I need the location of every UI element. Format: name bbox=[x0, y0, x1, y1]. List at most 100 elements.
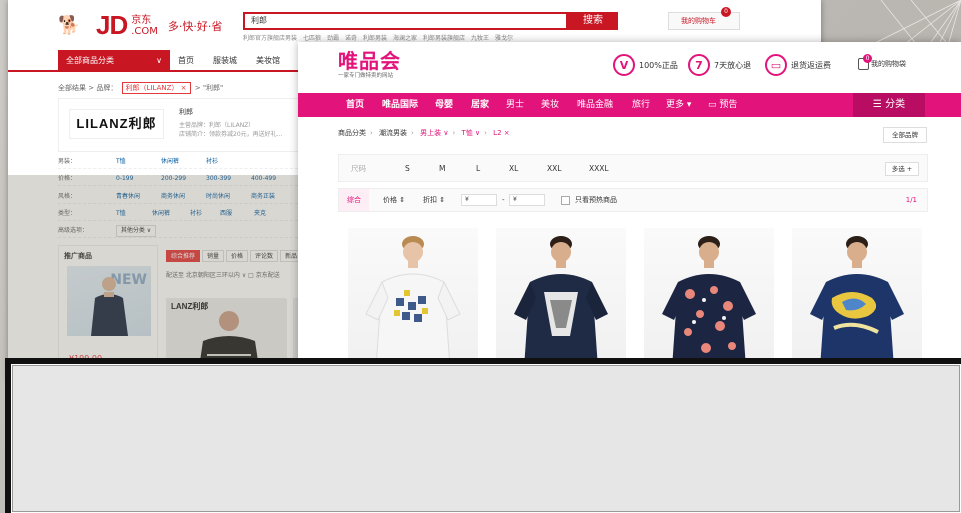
vip-badge-genuine: V 100%正品 bbox=[613, 54, 678, 76]
vip-cart-button[interactable]: 0 我的购物袋 bbox=[858, 54, 906, 70]
vip-product-card[interactable] bbox=[644, 228, 774, 367]
vip-nav-baby[interactable]: 母婴 bbox=[435, 93, 453, 117]
jd-sort-reviews[interactable]: 评论数 bbox=[250, 250, 279, 262]
jd-filter-key: 价格： bbox=[58, 175, 77, 182]
vip-nav-home-living[interactable]: 居家 bbox=[471, 93, 489, 117]
chevron-right-icon: › bbox=[452, 129, 456, 137]
jd-filter-value[interactable]: 商务休闲 bbox=[161, 190, 206, 204]
jd-search-button[interactable]: 搜索 bbox=[568, 12, 618, 30]
vip-nav-preview[interactable]: ▭ 预告 bbox=[708, 93, 737, 117]
card-icon: ▭ bbox=[765, 54, 787, 76]
jd-sort-bar: 综合推荐 销量 价格 评论数 新品 bbox=[166, 250, 303, 262]
vip-product-card[interactable] bbox=[348, 228, 478, 367]
vip-nav-travel[interactable]: 旅行 bbox=[632, 93, 650, 117]
jd-filter-value[interactable]: 商务正装 bbox=[251, 190, 296, 204]
jd-nav-home[interactable]: 首页 bbox=[178, 50, 194, 72]
jd-all-categories[interactable]: 全部商品分类 ∨ bbox=[58, 50, 170, 72]
jd-filter-value[interactable]: 衬衫 bbox=[190, 207, 220, 221]
vip-size-option[interactable]: L bbox=[476, 155, 480, 183]
vip-nav-home[interactable]: 首页 bbox=[346, 93, 364, 117]
vip-logo[interactable]: 唯品会 一家专门做特卖的网站 bbox=[338, 50, 401, 80]
vip-logo-text: 唯品会 bbox=[338, 49, 401, 73]
vip-badge-shipping: ▭ 退货返运费 bbox=[765, 54, 831, 76]
jd-filter-key: 高级选项： bbox=[58, 227, 89, 234]
jd-filter-value[interactable]: 300-399 bbox=[206, 172, 251, 186]
jd-filter-value[interactable]: 衬衫 bbox=[206, 155, 251, 169]
vip-nav-finance[interactable]: 唯品金融 bbox=[577, 93, 613, 117]
vip-product-image bbox=[365, 236, 461, 367]
vip-product-image bbox=[514, 236, 608, 367]
vip-product-image bbox=[662, 236, 756, 367]
jd-logo-text: JD bbox=[96, 10, 128, 40]
vip-sort-price[interactable]: 价格 ⇕ bbox=[383, 189, 405, 211]
vip-size-option[interactable]: XXL bbox=[547, 155, 561, 183]
jd-search-input[interactable]: 利郎 bbox=[243, 12, 568, 30]
jd-all-categories-label: 全部商品分类 bbox=[66, 56, 114, 65]
chevron-down-icon: ∨ bbox=[156, 56, 162, 65]
jd-filter-value[interactable]: T恤 bbox=[116, 155, 161, 169]
vip-bc-tshirt-dropdown[interactable]: T恤 ∨ bbox=[462, 129, 481, 137]
vip-size-filter: 尺码 S M L XL XXL XXXL 多选 + bbox=[338, 154, 928, 182]
vip-product-image bbox=[810, 236, 904, 367]
jd-promo-title: 推广商品 bbox=[64, 252, 92, 260]
jd-brand-info: 主营品牌：利郎（LILANZ） 店铺简介：领款券减20元，再送好礼... bbox=[179, 121, 282, 139]
vip-category-button[interactable]: ☰ 分类 bbox=[853, 93, 925, 117]
vip-nav-bar: 首页 唯品国际 母婴 居家 男士 美妆 唯品金融 旅行 更多 ▾ ▭ 预告 ☰ … bbox=[298, 93, 961, 117]
vip-size-option[interactable]: XXXL bbox=[589, 155, 609, 183]
vip-all-brands-button[interactable]: 全部品牌 bbox=[883, 127, 927, 143]
vip-multi-select-button[interactable]: 多选 + bbox=[885, 162, 919, 176]
vip-sort-default[interactable]: 综合 bbox=[339, 189, 369, 211]
jd-filter-value[interactable]: 0-199 bbox=[116, 172, 161, 186]
jd-filter-row: 男装： T恤 休闲裤 衬衫 bbox=[58, 155, 308, 169]
jd-cart-count: 0 bbox=[721, 7, 731, 17]
vip-breadcrumb: 商品分类 › 潮流男装 › 男上装 ∨ › T恤 ∨ › L2 × bbox=[338, 128, 510, 138]
jd-filter-value[interactable]: 休闲裤 bbox=[152, 207, 190, 221]
jd-logo[interactable]: 🐕 JD 京东 .COM 多·快·好·省 bbox=[58, 10, 222, 41]
jd-hot-words[interactable]: 利郎官方旗舰店男装 七匹狼 劲霸 诺奇 利郎男装 海澜之家 利郎男装旗舰店 九牧… bbox=[243, 33, 513, 42]
jd-filter-value[interactable]: 西服 bbox=[220, 207, 254, 221]
vip-size-label: 尺码 bbox=[351, 164, 366, 173]
chevron-right-icon: › bbox=[411, 129, 414, 137]
vip-bc-size-tag[interactable]: L2 × bbox=[493, 129, 509, 137]
jd-filter-key: 类型： bbox=[58, 210, 77, 217]
vip-size-option[interactable]: S bbox=[405, 155, 410, 183]
vip-nav-intl[interactable]: 唯品国际 bbox=[382, 93, 418, 117]
jd-promo-image[interactable]: NEW bbox=[67, 266, 151, 336]
vip-product-card[interactable] bbox=[496, 228, 626, 367]
vip-price-from-input[interactable]: ¥ bbox=[461, 194, 497, 206]
bottom-panel bbox=[5, 358, 961, 513]
jd-dog-icon: 🐕 bbox=[58, 14, 81, 36]
vip-nav-men[interactable]: 男士 bbox=[506, 93, 524, 117]
vip-price-to-input[interactable]: ¥ bbox=[509, 194, 545, 206]
jd-nav-clothing[interactable]: 服装城 bbox=[213, 50, 237, 72]
vip-size-option[interactable]: XL bbox=[509, 155, 518, 183]
jd-ship-to[interactable]: 配送至 北京朝阳区三环以内 ∨ □ 京东配送 bbox=[166, 270, 280, 279]
jd-filter-value[interactable]: 青春休闲 bbox=[116, 190, 161, 204]
jd-nav-beauty[interactable]: 美妆馆 bbox=[256, 50, 280, 72]
jd-brand-name: 利郎 bbox=[179, 108, 193, 116]
jd-cart-button[interactable]: 我的购物车 0 bbox=[668, 7, 740, 30]
jd-sort-price[interactable]: 价格 bbox=[226, 250, 249, 262]
bottom-panel-content bbox=[11, 364, 961, 513]
vip-nav-beauty[interactable]: 美妆 bbox=[541, 93, 559, 117]
lilanz-logo[interactable]: LILANZ利郎 bbox=[69, 109, 164, 139]
vip-sort-discount[interactable]: 折扣 ⇕ bbox=[423, 189, 445, 211]
jd-filter-value[interactable]: T恤 bbox=[116, 207, 152, 221]
jd-filter-value[interactable]: 400-499 bbox=[251, 172, 296, 186]
vip-bc-category[interactable]: 商品分类 bbox=[338, 129, 366, 137]
jd-filter-value[interactable]: 时尚休闲 bbox=[206, 190, 251, 204]
vip-presale-checkbox[interactable] bbox=[561, 196, 570, 205]
jd-other-category-dropdown[interactable]: 其他分类 ∨ bbox=[116, 225, 156, 237]
vip-product-card[interactable] bbox=[792, 228, 922, 367]
jd-brand-tag[interactable]: 利郎（LILANZ） × bbox=[121, 82, 191, 94]
jd-filter-row: 高级选项： 其他分类 ∨ bbox=[58, 224, 308, 238]
jd-filter-value[interactable]: 200-299 bbox=[161, 172, 206, 186]
jd-sort-sales[interactable]: 销量 bbox=[202, 250, 225, 262]
vip-size-option[interactable]: M bbox=[439, 155, 445, 183]
vip-nav-more[interactable]: 更多 ▾ bbox=[666, 93, 691, 117]
vip-bc-menswear[interactable]: 潮流男装 bbox=[379, 129, 407, 137]
jd-filter-value[interactable]: 夹克 bbox=[254, 207, 284, 221]
jd-sort-default[interactable]: 综合推荐 bbox=[166, 250, 201, 262]
jd-filter-value[interactable]: 休闲裤 bbox=[161, 155, 206, 169]
vip-bc-tops-dropdown[interactable]: 男上装 ∨ bbox=[420, 129, 448, 137]
